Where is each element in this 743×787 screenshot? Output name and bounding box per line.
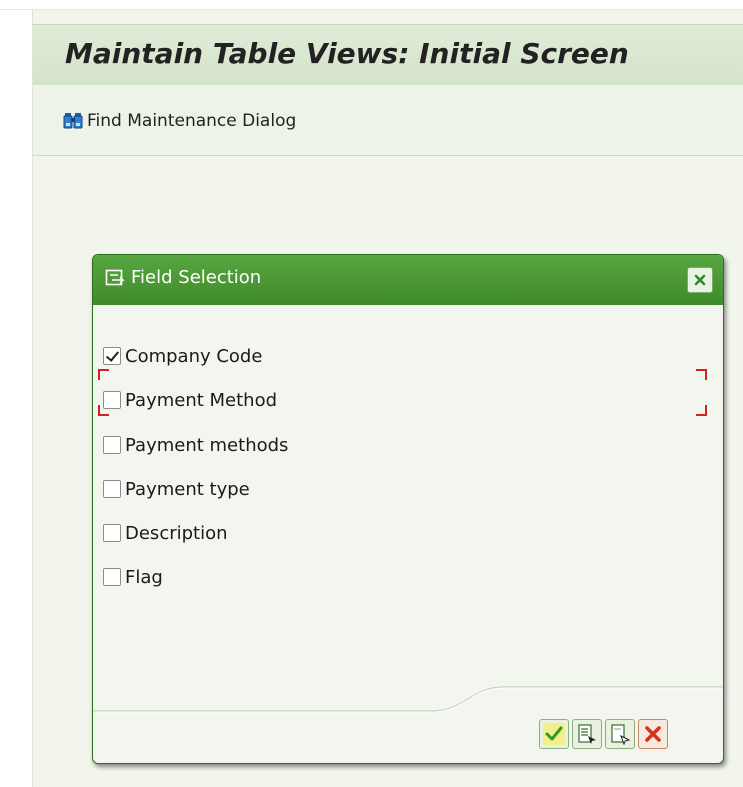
cancel-icon	[645, 726, 661, 742]
dialog-title-group: Field Selection	[105, 267, 261, 288]
field-option-label: Flag	[125, 566, 163, 588]
focus-corner	[696, 405, 707, 416]
dialog-title: Field Selection	[131, 267, 262, 288]
dialog-body: Company Code Payment Method Payment meth…	[93, 305, 723, 695]
select-all-button[interactable]	[572, 719, 602, 749]
field-option-label: Payment Method	[125, 389, 278, 411]
payment-methods-checkbox[interactable]	[103, 436, 121, 454]
dialog-header[interactable]: Field Selection	[93, 255, 723, 305]
field-option-label: Description	[125, 522, 228, 544]
field-option-company-code[interactable]: Company Code	[103, 343, 262, 369]
deselect-all-button[interactable]	[605, 719, 635, 749]
continue-button[interactable]	[539, 719, 569, 749]
field-option-label: Payment methods	[125, 434, 289, 456]
left-margin	[0, 10, 32, 787]
payment-type-checkbox[interactable]	[103, 480, 121, 498]
field-selection-dialog: Field Selection Company Code Payment Met…	[92, 254, 724, 764]
footer-divider	[93, 686, 723, 713]
dialog-footer	[93, 683, 723, 763]
field-selection-icon	[105, 269, 125, 285]
title-bar: Maintain Table Views: Initial Screen	[33, 24, 743, 86]
deselect-all-icon	[611, 724, 631, 745]
cancel-button[interactable]	[638, 719, 668, 749]
field-option-label: Company Code	[125, 345, 263, 367]
page-title: Maintain Table Views: Initial Screen	[65, 37, 629, 70]
flag-checkbox[interactable]	[103, 568, 121, 586]
find-maintenance-dialog-label: Find Maintenance Dialog	[87, 111, 297, 131]
field-option-payment-methods[interactable]: Payment methods	[103, 432, 288, 458]
field-option-payment-method[interactable]: Payment Method	[103, 387, 277, 413]
field-option-description[interactable]: Description	[103, 520, 228, 546]
application-toolbar: Find Maintenance Dialog	[33, 85, 743, 156]
field-option-payment-type[interactable]: Payment type	[103, 476, 250, 502]
checkmark-icon	[543, 723, 565, 745]
payment-method-checkbox[interactable]	[103, 391, 121, 409]
company-code-checkbox[interactable]	[103, 347, 121, 365]
binoculars-icon	[63, 113, 83, 129]
select-all-icon	[578, 724, 596, 744]
field-option-flag[interactable]: Flag	[103, 564, 163, 590]
close-icon	[694, 274, 706, 286]
focus-corner	[98, 369, 109, 380]
description-checkbox[interactable]	[103, 524, 121, 542]
window-top-edge	[0, 0, 743, 10]
focus-corner	[696, 369, 707, 380]
find-maintenance-dialog-button[interactable]: Find Maintenance Dialog	[63, 111, 296, 131]
field-option-label: Payment type	[125, 478, 250, 500]
dialog-close-button[interactable]	[687, 267, 713, 293]
